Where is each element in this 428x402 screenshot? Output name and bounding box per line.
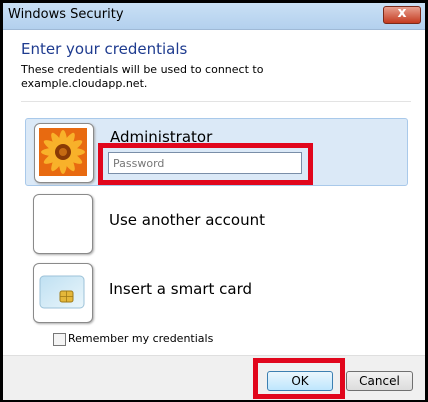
account-label-smart-card: Insert a smart card <box>109 280 253 298</box>
close-icon: x <box>397 5 407 21</box>
ok-button[interactable]: OK <box>267 371 333 391</box>
windows-security-dialog: Windows Security x Enter your credential… <box>0 0 428 402</box>
account-tile-administrator[interactable]: Administrator <box>25 118 408 186</box>
account-label-administrator: Administrator <box>110 128 213 146</box>
cancel-button[interactable]: Cancel <box>346 371 413 391</box>
divider <box>21 101 411 102</box>
description-line-2: example.cloudapp.net. <box>21 77 148 90</box>
window-title: Windows Security <box>8 7 124 22</box>
close-button[interactable]: x <box>383 5 421 24</box>
account-label-another: Use another account <box>109 211 265 229</box>
title-bar: Windows Security x <box>3 3 425 30</box>
description-line-1: These credentials will be used to connec… <box>21 63 264 76</box>
blank-user-tile-icon <box>33 194 93 254</box>
flower-user-tile-icon <box>34 123 94 183</box>
smart-card-icon <box>33 263 93 323</box>
account-tile-another[interactable]: Use another account <box>25 191 408 255</box>
button-footer: OK Cancel <box>3 355 425 400</box>
account-tile-smart-card[interactable]: Insert a smart card <box>25 260 408 324</box>
dialog-description: These credentials will be used to connec… <box>21 63 411 91</box>
password-field[interactable] <box>108 152 302 174</box>
remember-credentials-checkbox[interactable] <box>53 333 66 346</box>
dialog-heading: Enter your credentials <box>21 40 188 58</box>
remember-credentials-label: Remember my credentials <box>68 332 214 345</box>
